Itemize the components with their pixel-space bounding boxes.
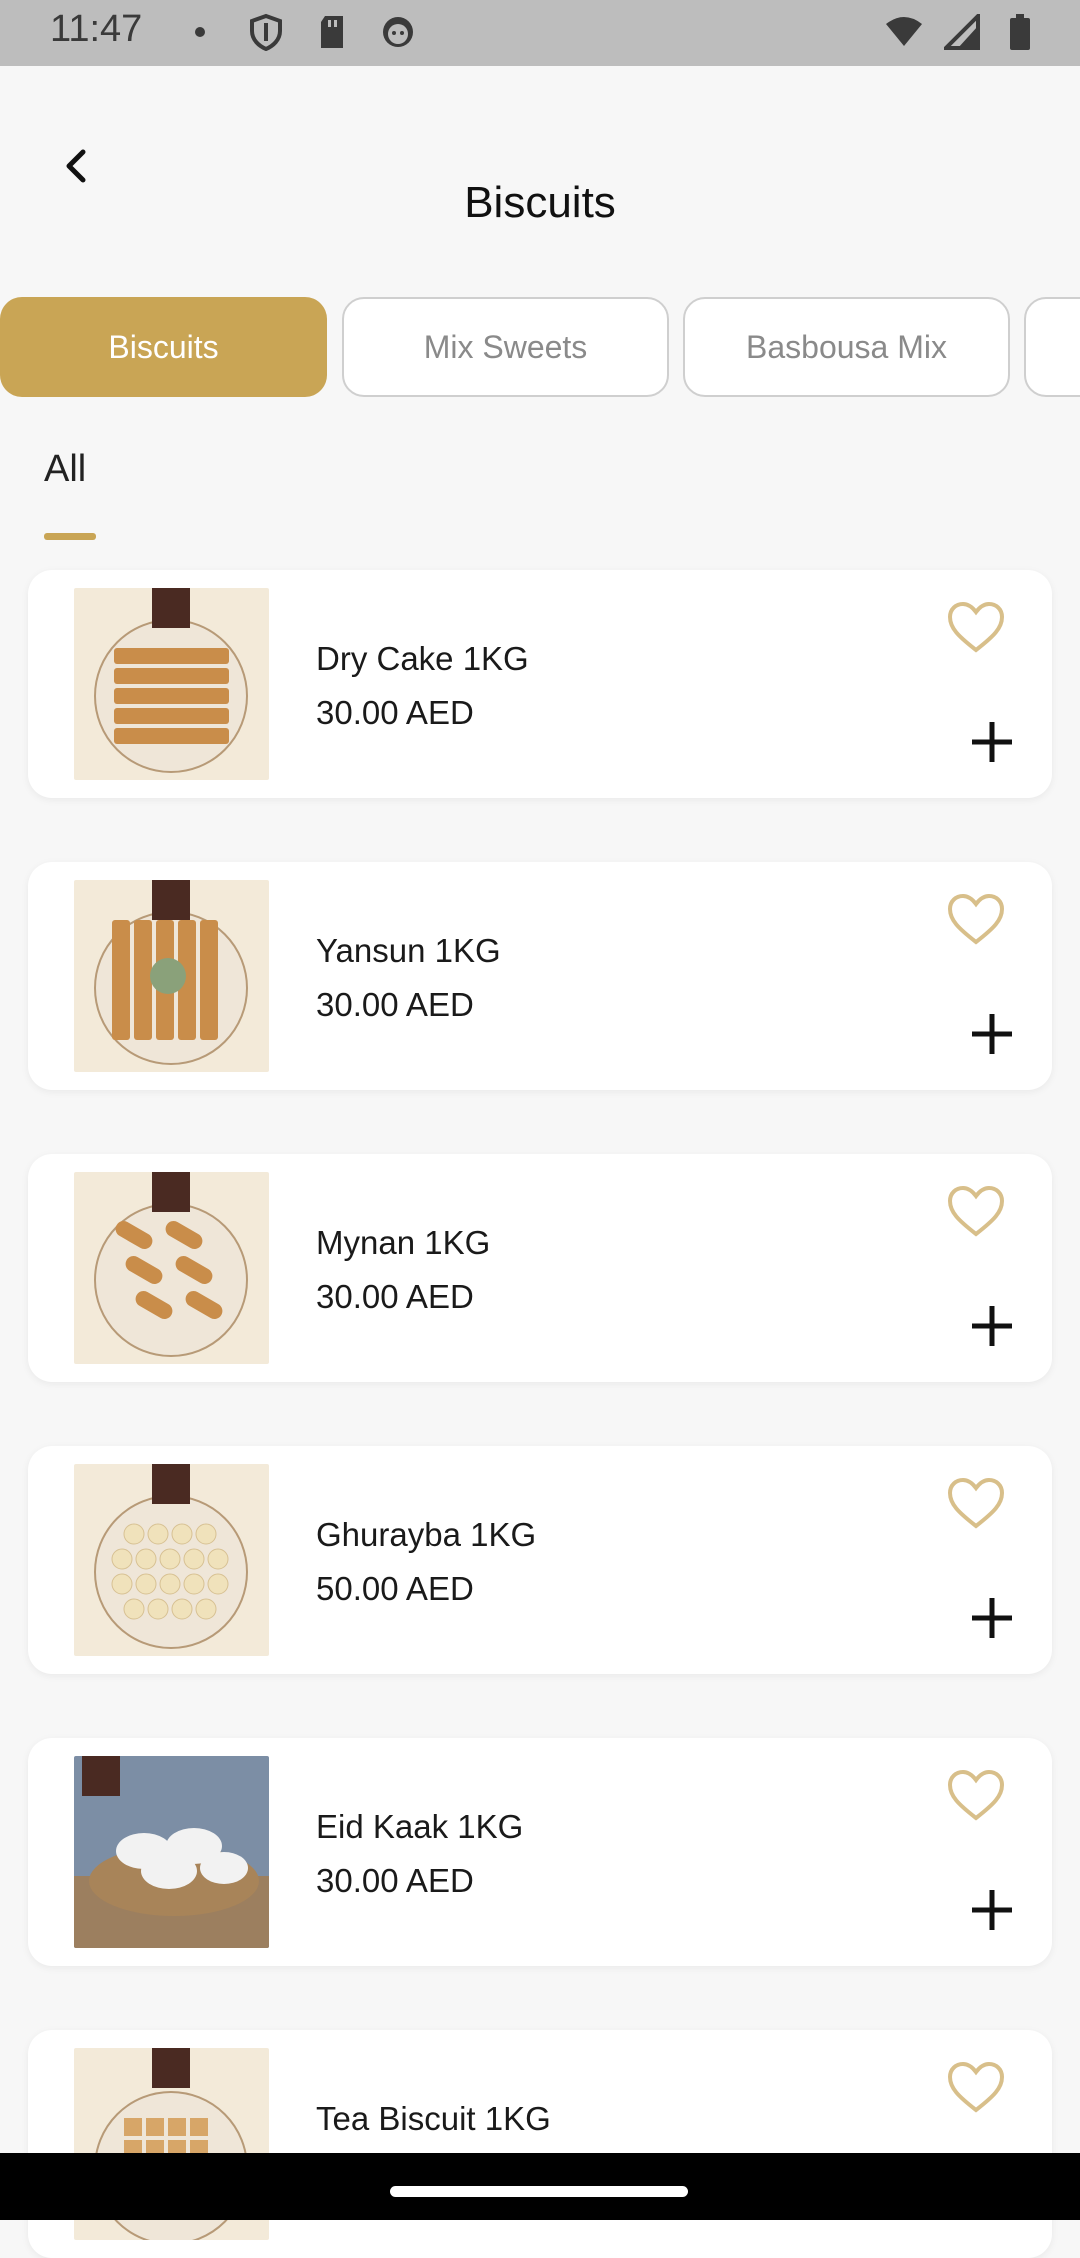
add-to-cart-button[interactable]	[968, 718, 1016, 766]
plus-icon	[972, 1014, 1012, 1054]
heart-icon	[947, 1769, 1005, 1821]
notification-dot-icon	[180, 12, 220, 52]
heart-icon	[947, 1185, 1005, 1237]
sd-card-icon	[312, 12, 352, 52]
category-chip-basbousa-mix[interactable]: Basbousa Mix	[683, 297, 1010, 397]
status-icons-left	[180, 12, 418, 52]
product-name: Tea Biscuit 1KG	[316, 2100, 551, 2137]
product-card[interactable]: Tea Biscuit 1KG	[28, 2030, 1052, 2258]
product-price: 50.00 AED	[316, 1570, 474, 1607]
product-image	[74, 1756, 269, 1948]
status-icons-right	[884, 12, 1040, 52]
favorite-button[interactable]	[946, 600, 1006, 656]
category-chip-biscuits[interactable]: Biscuits	[0, 297, 327, 397]
battery-icon	[1000, 12, 1040, 52]
page-title: Biscuits	[464, 178, 616, 227]
add-to-cart-button[interactable]	[968, 1302, 1016, 1350]
heart-icon	[947, 893, 1005, 945]
heart-icon	[947, 1477, 1005, 1529]
status-time: 11:47	[50, 8, 143, 50]
product-card[interactable]: Yansun 1KG 30.00 AED	[28, 862, 1052, 1090]
product-image	[74, 1464, 269, 1656]
heart-icon	[947, 601, 1005, 653]
favorite-button[interactable]	[946, 1184, 1006, 1240]
product-name: Eid Kaak 1KG	[316, 1808, 524, 1845]
plus-icon	[972, 722, 1012, 762]
plus-icon	[972, 1306, 1012, 1346]
favorite-button[interactable]	[946, 2060, 1006, 2116]
add-to-cart-button[interactable]	[968, 1010, 1016, 1058]
product-card[interactable]: Ghurayba 1KG 50.00 AED	[28, 1446, 1052, 1674]
tab-active-indicator	[44, 533, 96, 540]
home-indicator[interactable]	[390, 2186, 688, 2197]
product-name: Yansun 1KG	[316, 932, 501, 969]
product-image	[74, 1172, 269, 1364]
heart-icon	[947, 2061, 1005, 2113]
product-card[interactable]: Dry Cake 1KG 30.00 AED	[28, 570, 1052, 798]
product-name: Ghurayba 1KG	[316, 1516, 537, 1553]
product-price: 30.00 AED	[316, 1862, 474, 1899]
category-chip-mix-sweets[interactable]: Mix Sweets	[342, 297, 669, 397]
add-to-cart-button[interactable]	[968, 1886, 1016, 1934]
plus-icon	[972, 1598, 1012, 1638]
add-to-cart-button[interactable]	[968, 1594, 1016, 1642]
favorite-button[interactable]	[946, 1476, 1006, 1532]
product-card[interactable]: Mynan 1KG 30.00 AED	[28, 1154, 1052, 1382]
product-name: Mynan 1KG	[316, 1224, 491, 1261]
product-card[interactable]: Eid Kaak 1KG 30.00 AED	[28, 1738, 1052, 1966]
shield-icon	[246, 12, 286, 52]
category-chips: Biscuits Mix Sweets Basbousa Mix	[0, 297, 1080, 399]
product-name: Dry Cake 1KG	[316, 640, 529, 677]
product-price: 30.00 AED	[316, 694, 474, 731]
product-image	[74, 588, 269, 780]
favorite-button[interactable]	[946, 1768, 1006, 1824]
tab-all[interactable]: All	[44, 448, 86, 491]
plus-icon	[972, 1890, 1012, 1930]
favorite-button[interactable]	[946, 892, 1006, 948]
product-price: 30.00 AED	[316, 986, 474, 1023]
status-bar: 11:47	[0, 0, 1080, 66]
signal-icon	[942, 12, 982, 52]
product-price: 30.00 AED	[316, 1278, 474, 1315]
product-image	[74, 880, 269, 1072]
category-chip-more[interactable]	[1024, 297, 1080, 397]
wifi-icon	[884, 12, 924, 52]
android-face-icon	[378, 12, 418, 52]
